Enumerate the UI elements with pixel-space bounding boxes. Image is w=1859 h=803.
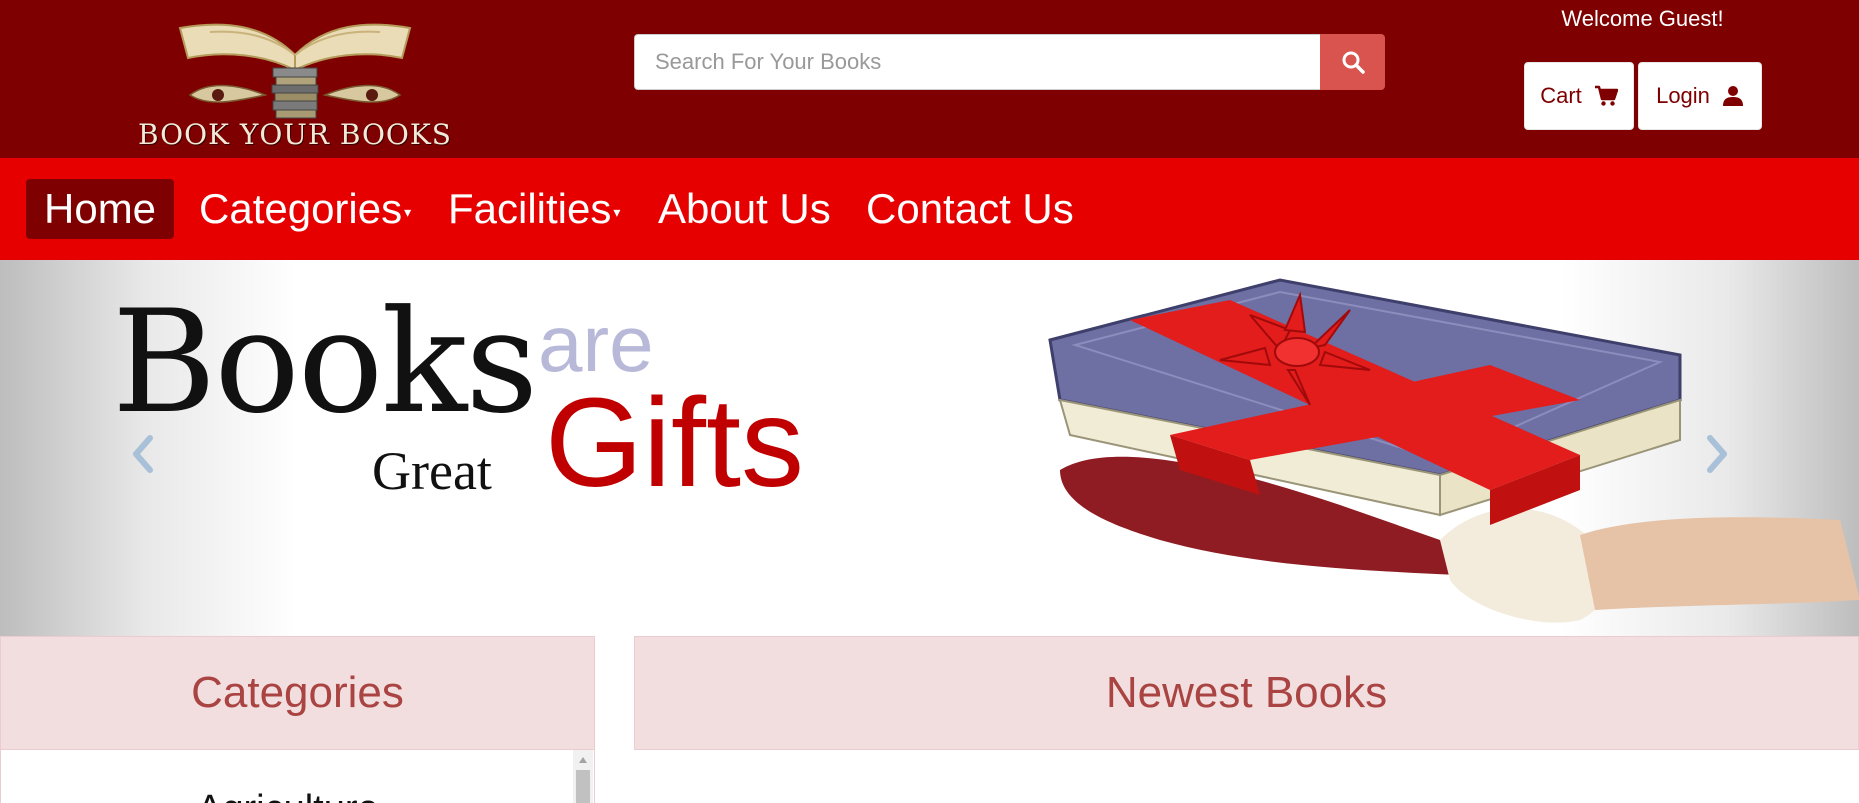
slide-text-great: Great: [372, 441, 492, 501]
main-navbar: Home Categories ▾ Facilities ▾ About Us Co…: [0, 158, 1859, 260]
welcome-message: Welcome Guest!: [1561, 6, 1724, 31]
nav-facilities[interactable]: Facilities ▾: [448, 179, 620, 239]
categories-scrollbar[interactable]: [573, 750, 593, 803]
nav-facilities-label: Facilities: [448, 185, 612, 232]
carousel-prev-button[interactable]: [128, 434, 158, 474]
search-button[interactable]: [1320, 34, 1385, 90]
dropdown-caret-icon: ▾: [613, 203, 621, 220]
dropdown-caret-icon: ▾: [404, 203, 412, 220]
hero-carousel: Books are Great Gifts: [0, 260, 1859, 636]
login-label: Login: [1656, 83, 1710, 108]
login-button[interactable]: Login: [1638, 62, 1762, 130]
search-input[interactable]: [634, 34, 1320, 90]
cart-icon: [1594, 85, 1618, 106]
search-icon: [1342, 51, 1365, 74]
triangle-up-icon: [579, 757, 587, 763]
search-bar: [634, 34, 1385, 90]
cart-label: Cart: [1540, 83, 1582, 108]
newest-books-panel-heading: Newest Books: [634, 636, 1859, 750]
gift-book-illustration: [1048, 278, 1859, 623]
nav-categories[interactable]: Categories ▾: [199, 179, 411, 239]
nav-home-label: Home: [44, 185, 157, 232]
nav-contact-label: Contact Us: [866, 185, 1074, 232]
slide-text-gifts: Gifts: [545, 372, 805, 513]
slide-text-books: Books: [112, 280, 538, 445]
chevron-right-icon: [1707, 435, 1727, 473]
category-item[interactable]: Agriculture: [197, 788, 379, 803]
site-logo[interactable]: BOOK YOUR BOOKS: [130, 0, 460, 158]
scroll-up-arrow[interactable]: [573, 752, 593, 768]
categories-panel-title: Categories: [191, 668, 404, 717]
site-header: BOOK YOUR BOOKS Welcome Guest! Cart Logi…: [0, 0, 1859, 158]
nav-categories-label: Categories: [199, 185, 403, 232]
nav-about-us[interactable]: About Us: [658, 179, 831, 239]
nav-about-label: About Us: [658, 185, 831, 232]
cart-button[interactable]: Cart: [1524, 62, 1634, 130]
chevron-left-icon: [133, 435, 153, 473]
carousel-next-button[interactable]: [1702, 434, 1732, 474]
open-book-logo-icon: [178, 23, 412, 119]
logo-text: BOOK YOUR BOOKS: [138, 118, 452, 151]
categories-panel-heading: Categories: [0, 636, 595, 750]
scrollbar-thumb[interactable]: [576, 770, 590, 803]
newest-books-panel-title: Newest Books: [1105, 668, 1388, 717]
categories-list: Agriculture: [0, 750, 595, 803]
nav-contact-us[interactable]: Contact Us: [866, 179, 1074, 239]
user-icon: [1722, 86, 1743, 106]
nav-home[interactable]: Home: [26, 179, 175, 239]
